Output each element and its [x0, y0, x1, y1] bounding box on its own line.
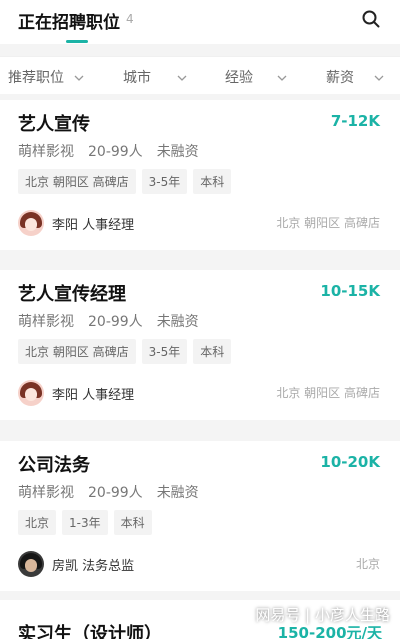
- chevron-down-icon: [374, 75, 384, 81]
- filter-label: 薪资: [326, 70, 354, 86]
- top-bar: 正在招聘职位 4: [0, 0, 400, 44]
- job-salary: 10-15K: [320, 282, 380, 300]
- job-salary: 7-12K: [330, 112, 380, 130]
- tag-location: 北京: [18, 510, 57, 535]
- avatar: [18, 551, 44, 577]
- job-salary: 10-20K: [320, 453, 380, 471]
- tag-education: 本科: [193, 169, 232, 194]
- recruiter: 房凯 法务总监: [18, 551, 134, 577]
- filter-label: 城市: [123, 70, 151, 86]
- job-tags: 北京 朝阳区 高碑店 3-5年 本科: [18, 339, 232, 364]
- company-funding: 未融资: [156, 485, 199, 501]
- watermark: 网易号 | 小彦人生路: [255, 606, 390, 624]
- filter-label: 经验: [225, 70, 253, 86]
- recruiter-name: 李阳 人事经理: [52, 387, 135, 403]
- job-count: 4: [126, 12, 134, 26]
- chevron-down-icon: [177, 75, 187, 81]
- tag-location: 北京 朝阳区 高碑店: [18, 169, 136, 194]
- recruiter-name: 房凯 法务总监: [52, 558, 135, 574]
- tag-education: 本科: [113, 510, 152, 535]
- tag-location: 北京 朝阳区 高碑店: [18, 339, 136, 364]
- job-list-page: 正在招聘职位 4 推荐职位 城市 经验 薪资 艺人宣传 7-12K 萌样影视 20…: [0, 0, 400, 639]
- company-funding: 未融资: [156, 314, 199, 330]
- filter-salary[interactable]: 薪资: [326, 67, 384, 87]
- job-location: 北京: [355, 557, 380, 571]
- filter-experience[interactable]: 经验: [225, 67, 287, 87]
- job-title: 艺人宣传: [18, 114, 90, 135]
- title-underline: [66, 40, 88, 43]
- filter-label: 推荐职位: [8, 70, 64, 86]
- filter-bar: 推荐职位 城市 经验 薪资: [0, 56, 400, 94]
- page-title: 正在招聘职位: [18, 13, 120, 33]
- company-size: 20-99人: [88, 144, 143, 160]
- tag-education: 本科: [193, 339, 232, 364]
- recruiter-name: 李阳 人事经理: [52, 217, 135, 233]
- search-icon[interactable]: [362, 10, 380, 28]
- tag-experience: 3-5年: [141, 169, 188, 194]
- tag-experience: 1-3年: [62, 510, 108, 535]
- company-meta: 萌样影视 20-99人 未融资: [18, 141, 213, 161]
- job-title: 实习生（设计师）: [18, 624, 162, 639]
- job-card[interactable]: 公司法务 10-20K 萌样影视 20-99人 未融资 北京 1-3年 本科 房凯 …: [0, 441, 400, 591]
- job-tags: 北京 朝阳区 高碑店 3-5年 本科: [18, 169, 232, 194]
- job-location: 北京 朝阳区 高碑店: [276, 386, 380, 400]
- job-tags: 北京 1-3年 本科: [18, 510, 152, 535]
- avatar: [18, 380, 44, 406]
- recruiter: 李阳 人事经理: [18, 210, 134, 236]
- company-name: 萌样影视: [18, 485, 74, 501]
- company-size: 20-99人: [88, 314, 143, 330]
- company-meta: 萌样影视 20-99人 未融资: [18, 311, 213, 331]
- job-card[interactable]: 艺人宣传经理 10-15K 萌样影视 20-99人 未融资 北京 朝阳区 高碑店 3…: [0, 270, 400, 420]
- avatar: [18, 210, 44, 236]
- job-location: 北京 朝阳区 高碑店: [276, 216, 380, 230]
- job-title: 艺人宣传经理: [18, 284, 126, 305]
- chevron-down-icon: [277, 75, 287, 81]
- job-card[interactable]: 艺人宣传 7-12K 萌样影视 20-99人 未融资 北京 朝阳区 高碑店 3-5年…: [0, 100, 400, 250]
- filter-city[interactable]: 城市: [123, 67, 187, 87]
- company-name: 萌样影视: [18, 144, 74, 160]
- company-name: 萌样影视: [18, 314, 74, 330]
- filter-recommended[interactable]: 推荐职位: [8, 67, 84, 87]
- recruiter: 李阳 人事经理: [18, 380, 134, 406]
- chevron-down-icon: [74, 75, 84, 81]
- job-title: 公司法务: [18, 455, 90, 476]
- company-funding: 未融资: [156, 144, 199, 160]
- tag-experience: 3-5年: [141, 339, 188, 364]
- company-meta: 萌样影视 20-99人 未融资: [18, 482, 213, 502]
- company-size: 20-99人: [88, 485, 143, 501]
